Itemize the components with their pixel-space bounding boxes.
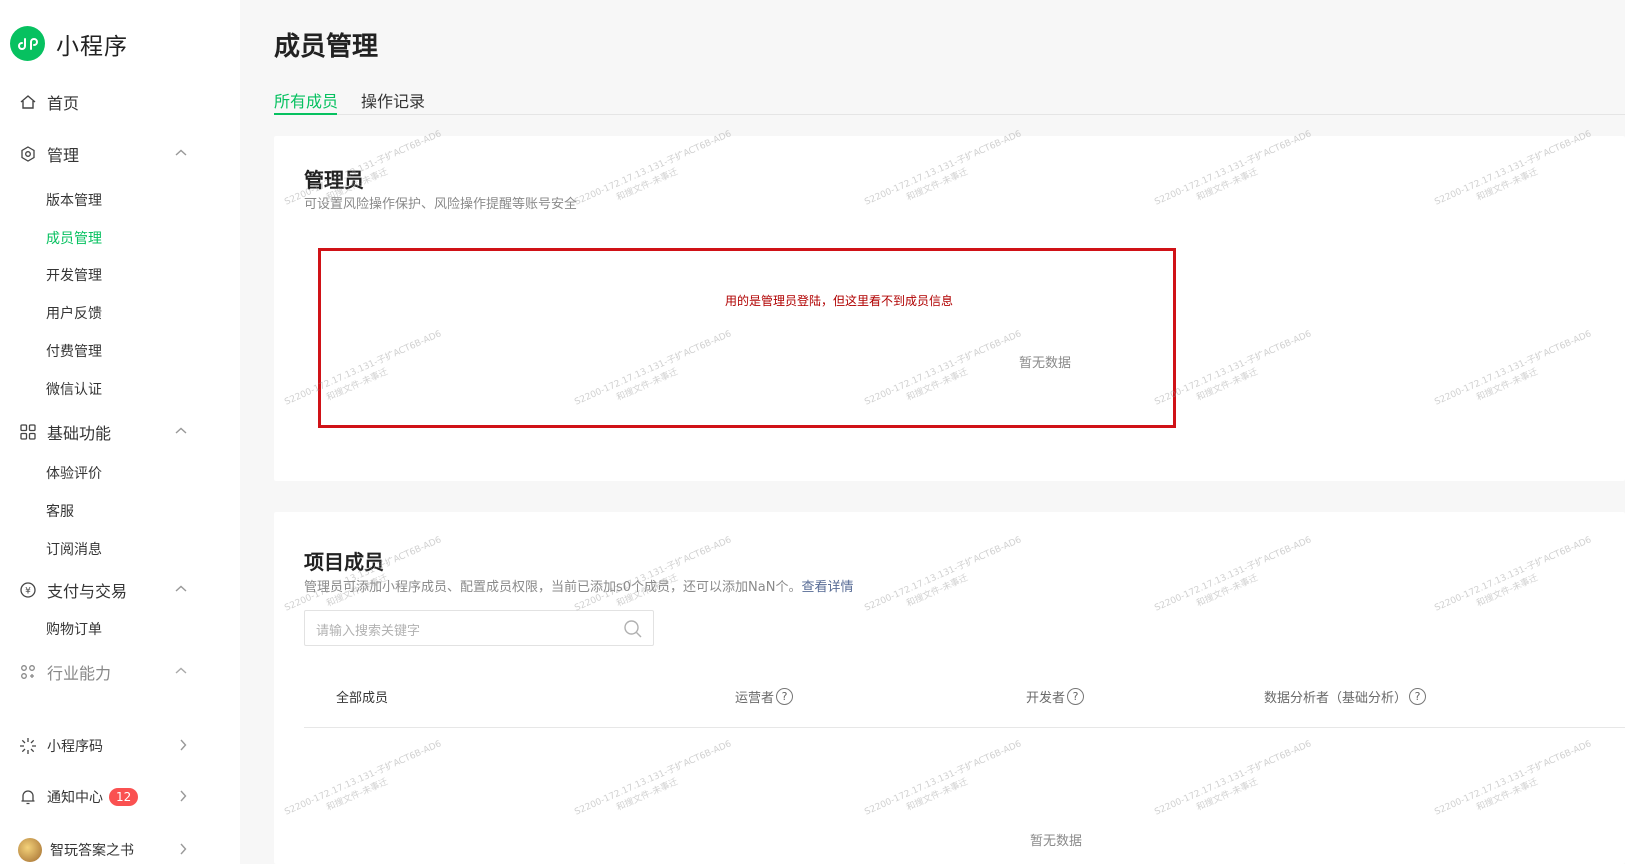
- sidebar-item-label: 支付与交易: [47, 582, 128, 601]
- sidebar-item-qrcode[interactable]: 小程序码: [18, 736, 188, 756]
- sidebar-item-label: 通知中心: [47, 790, 103, 806]
- project-title: 项目成员: [304, 550, 384, 574]
- sidebar-item-subscribe[interactable]: 订阅消息: [46, 539, 102, 559]
- sidebar-item-development[interactable]: 开发管理: [46, 265, 102, 285]
- sidebar-item-orders[interactable]: 购物订单: [46, 619, 102, 639]
- sidebar-item-home[interactable]: 首页: [18, 90, 188, 114]
- chevron-up-icon[interactable]: [174, 147, 188, 161]
- column-label: 开发者: [1026, 691, 1066, 706]
- avatar: [18, 838, 42, 862]
- sidebar-item-members[interactable]: 成员管理: [46, 228, 102, 248]
- logo-icon: [10, 26, 45, 61]
- sidebar-item-industry[interactable]: 行业能力: [18, 660, 188, 684]
- tab-all-members[interactable]: 所有成员: [274, 88, 338, 112]
- column-all-members[interactable]: 全部成员: [336, 687, 388, 706]
- column-data-analyst[interactable]: 数据分析者（基础分析） ?: [1264, 687, 1427, 706]
- chevron-right-icon[interactable]: [178, 842, 188, 859]
- sidebar-item-service[interactable]: 客服: [46, 501, 74, 521]
- sidebar-item-payment[interactable]: ¥ 支付与交易: [18, 578, 188, 602]
- chevron-up-icon[interactable]: [174, 583, 188, 597]
- sidebar-item-label: 小程序码: [47, 739, 103, 755]
- search-placeholder: 请输入搜索关键字: [316, 624, 421, 639]
- bell-icon: [18, 787, 38, 807]
- admin-title: 管理员: [304, 168, 364, 192]
- industry-icon: [18, 662, 38, 682]
- app-root: 小程序 首页 管理 版本管理 成员管理 开发管理 用户反馈 付费管理 微信认证: [0, 0, 1625, 864]
- svg-text:¥: ¥: [25, 587, 31, 597]
- project-empty-text: 暂无数据: [1030, 834, 1083, 849]
- help-icon[interactable]: ?: [1067, 688, 1085, 705]
- chevron-right-icon[interactable]: [178, 789, 188, 806]
- sidebar-item-feedback[interactable]: 用户反馈: [46, 303, 102, 323]
- logo-text: 小程序: [56, 33, 128, 60]
- manage-icon: [18, 144, 38, 164]
- tab-operation-log[interactable]: 操作记录: [361, 88, 425, 112]
- sidebar-item-label: 管理: [47, 146, 80, 165]
- sidebar-item-account[interactable]: 智玩答案之书: [18, 838, 188, 862]
- tab-active-indicator: [274, 113, 337, 115]
- column-label: 数据分析者（基础分析）: [1264, 691, 1408, 706]
- help-icon[interactable]: ?: [1409, 688, 1427, 705]
- help-icon[interactable]: ?: [776, 688, 794, 705]
- notify-badge: 12: [109, 788, 139, 806]
- annotation-text: 用的是管理员登陆，但这里看不到成员信息: [725, 294, 954, 308]
- sidebar-item-label: 首页: [47, 94, 80, 113]
- annotation-box: 用的是管理员登陆，但这里看不到成员信息 暂无数据: [318, 248, 1176, 428]
- admin-desc: 可设置风险操作保护、风险操作提醒等账号安全: [304, 197, 578, 212]
- logo[interactable]: 小程序: [10, 26, 128, 61]
- qrcode-icon: [18, 736, 38, 756]
- tab-bar: 所有成员 操作记录: [274, 84, 1625, 115]
- table-divider: [304, 727, 1625, 728]
- admin-card: 管理员 可设置风险操作保护、风险操作提醒等账号安全 用的是管理员登陆，但这里看不…: [274, 136, 1625, 481]
- tab-label: 所有成员: [274, 92, 339, 111]
- column-developer[interactable]: 开发者 ?: [1026, 687, 1085, 706]
- page-title: 成员管理: [274, 32, 379, 62]
- project-members-card: 项目成员 管理员可添加小程序成员、配置成员权限，当前已添加s0个成员，还可以添加…: [274, 512, 1625, 864]
- column-label: 全部成员: [336, 691, 389, 706]
- sidebar-item-label: 行业能力: [47, 664, 112, 683]
- grid-icon: [18, 422, 38, 442]
- sidebar-item-label: 智玩答案之书: [50, 843, 134, 859]
- home-icon: [18, 92, 38, 112]
- sidebar-item-verify[interactable]: 微信认证: [46, 379, 102, 399]
- search-input[interactable]: 请输入搜索关键字: [304, 610, 654, 646]
- sidebar-item-label: 基础功能: [47, 424, 112, 443]
- chevron-right-icon[interactable]: [178, 738, 188, 755]
- project-desc-text: 管理员可添加小程序成员、配置成员权限，当前已添加s0个成员，还可以添加NaN个。: [304, 580, 802, 595]
- sidebar: 小程序 首页 管理 版本管理 成员管理 开发管理 用户反馈 付费管理 微信认证: [0, 0, 240, 864]
- chevron-up-icon[interactable]: [174, 665, 188, 679]
- column-operator[interactable]: 运营者 ?: [735, 687, 794, 706]
- search-icon[interactable]: [623, 619, 643, 643]
- payment-icon: ¥: [18, 580, 38, 600]
- main-content: 成员管理 所有成员 操作记录 管理员 可设置风险操作保护、风险操作提醒等账号安全…: [240, 0, 1625, 864]
- admin-empty-text: 暂无数据: [1019, 356, 1072, 371]
- sidebar-item-paid[interactable]: 付费管理: [46, 341, 102, 361]
- sidebar-item-basic[interactable]: 基础功能: [18, 420, 188, 444]
- view-details-link[interactable]: 查看详情: [801, 580, 853, 595]
- column-label: 运营者: [735, 691, 775, 706]
- sidebar-item-notify[interactable]: 通知中心 12: [18, 787, 188, 807]
- chevron-up-icon[interactable]: [174, 425, 188, 439]
- sidebar-item-version[interactable]: 版本管理: [46, 190, 102, 210]
- sidebar-item-rating[interactable]: 体验评价: [46, 463, 102, 483]
- project-desc: 管理员可添加小程序成员、配置成员权限，当前已添加s0个成员，还可以添加NaN个。…: [304, 576, 853, 595]
- sidebar-item-manage[interactable]: 管理: [18, 142, 188, 166]
